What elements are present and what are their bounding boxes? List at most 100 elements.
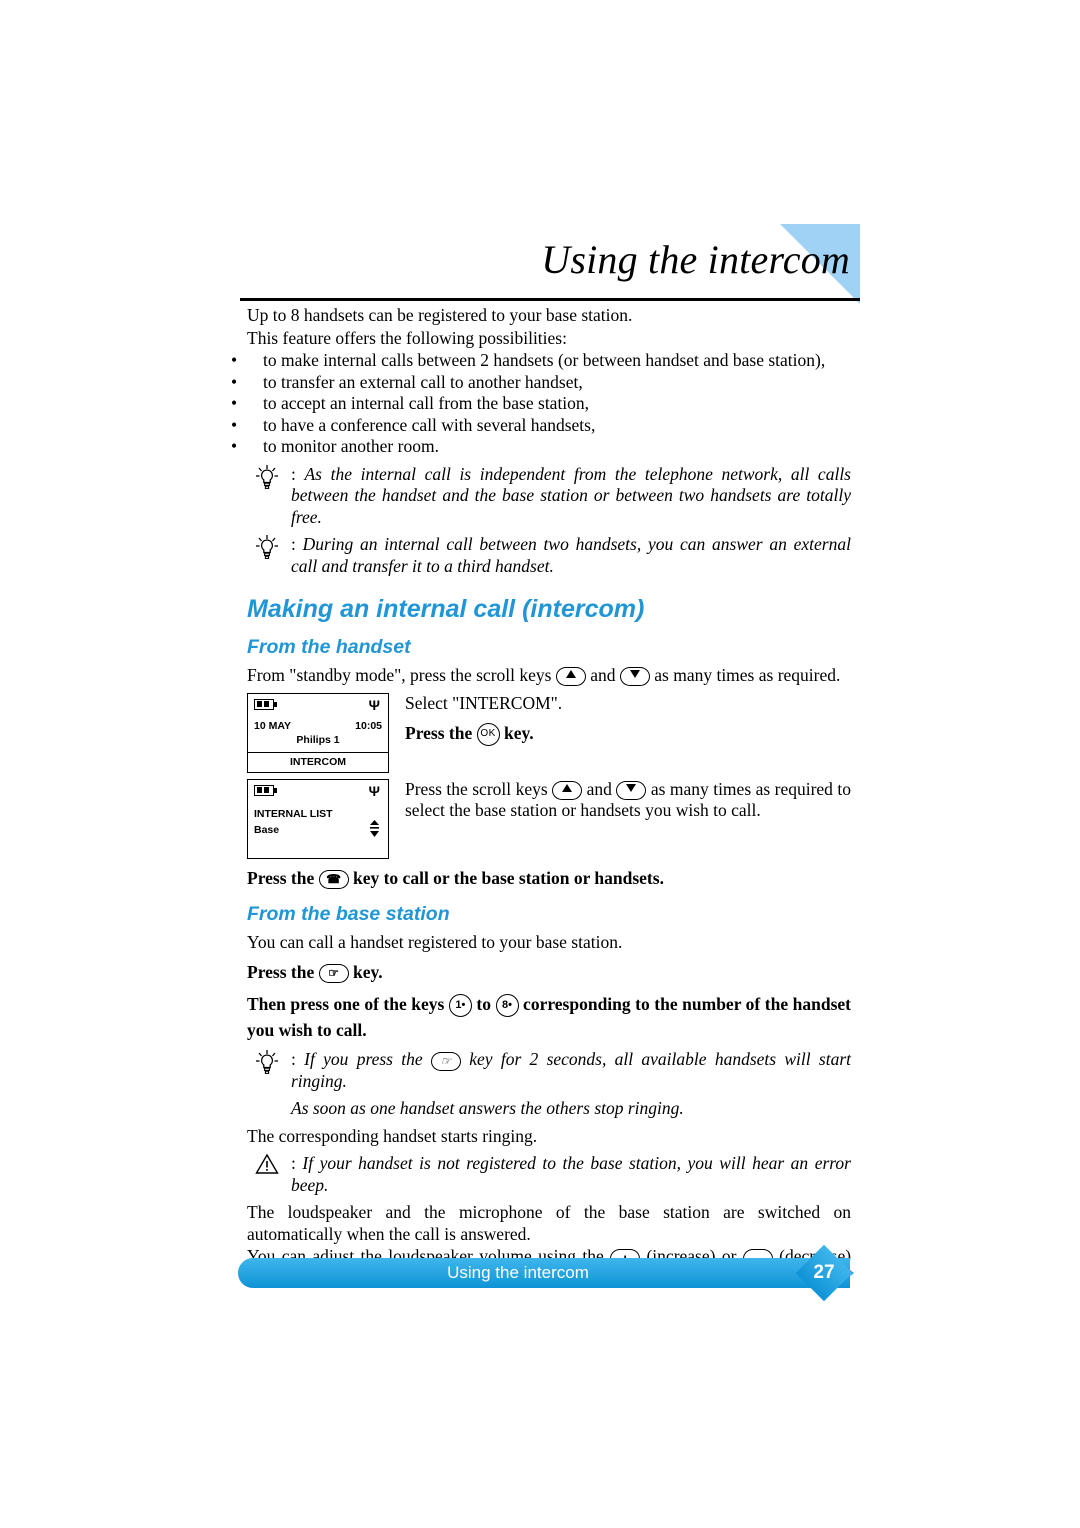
bullet-text: to transfer an external call to another …: [263, 371, 583, 392]
battery-icon: [254, 698, 277, 710]
bullet-marker: •: [231, 393, 238, 413]
lcd-wrapper: Ψ INTERNAL LIST Base: [247, 778, 405, 859]
up-down-arrows-icon: [369, 819, 380, 839]
scroll-up-key-icon: [555, 667, 586, 687]
warning-triangle-icon: [247, 1153, 291, 1196]
press-call-key-line: Press the ☎ key to call or the base stat…: [247, 865, 851, 891]
press-speaker-key-line: Press the ☞ key.: [247, 959, 851, 985]
scroll-down-key-icon: [616, 780, 647, 800]
lcd-status-row: Ψ: [254, 698, 382, 714]
scroll-select-b: and: [586, 778, 612, 799]
press-keys-b: to: [476, 994, 491, 1014]
battery-icon: [254, 784, 277, 796]
lcd-date: 10 MAY: [254, 719, 291, 732]
press-ok-text-b: key.: [503, 723, 534, 743]
warning-text: If your handset is not registered to the…: [291, 1153, 851, 1195]
handset-screen-2-side-text: Press the scroll keys and as many times …: [405, 779, 851, 823]
key-1-icon: 1•: [448, 994, 472, 1018]
bullet-marker: •: [231, 414, 238, 435]
press-ok-text-a: Press the: [405, 723, 473, 743]
tip-text-wrapper: : If you press the ☞ key for 2 seconds, …: [291, 1049, 851, 1092]
bullet-text: to monitor another room.: [263, 436, 439, 456]
intro-line-2: This feature offers the following possib…: [247, 327, 567, 348]
footer-title: Using the intercom: [447, 1263, 589, 1282]
lightbulb-icon: [247, 464, 291, 529]
page-title: Using the intercom: [541, 237, 850, 282]
loudspeaker-paragraph: The loudspeaker and the microphone of th…: [247, 1202, 851, 1244]
bullet-text: to make internal calls between 2 handset…: [263, 350, 826, 370]
handset-ringing-text: The corresponding handset starts ringing…: [247, 1125, 538, 1146]
lightbulb-icon: [247, 534, 291, 577]
ok-key-icon: OK: [476, 723, 500, 747]
page-header: Using the intercom: [240, 222, 860, 308]
press-spk-a: Press the: [247, 962, 315, 982]
press-spk-b: key.: [352, 962, 383, 982]
antenna-icon: Ψ: [368, 696, 380, 713]
tip-text: During an internal call between two hand…: [291, 534, 851, 576]
antenna-icon: Ψ: [368, 782, 380, 799]
bullet-marker: •: [231, 350, 238, 370]
tip-note-continuation: As soon as one handset answers the other…: [247, 1098, 851, 1120]
handset-lcd-standby: Ψ 10 MAY 10:05 Philips 1 INTERCOM: [247, 692, 389, 773]
bullet-item: • to monitor another room.: [231, 436, 851, 458]
page: Using the intercom Up to 8 handsets can …: [0, 0, 1080, 1528]
scroll-select-a: Press the scroll keys: [405, 778, 548, 799]
press-call-b: key to call or the base station or hands…: [352, 867, 664, 888]
scroll-down-key-icon: [619, 667, 650, 687]
bullet-item: • to make internal calls between 2 handse…: [231, 350, 851, 372]
page-number: 27: [813, 1262, 835, 1283]
lcd-softkey-label: INTERCOM: [248, 751, 388, 772]
tip-text-wrapper: : During an internal call between two ha…: [291, 534, 851, 577]
lcd-status-row: Ψ: [254, 784, 382, 800]
select-intercom-text: Select "INTERCOM".: [405, 692, 563, 713]
bullet-item: • to transfer an external call to another…: [231, 371, 851, 394]
tip-colon: :: [291, 1153, 303, 1174]
handset-screen-1-side-text: Select "INTERCOM". Press the OK key.: [405, 693, 851, 747]
tip-text-wrapper: : As the internal call is independent fr…: [291, 464, 851, 529]
key-1-label: 1: [455, 999, 462, 1012]
base-station-intro: You can call a handset registered to you…: [247, 931, 623, 952]
scroll-up-key-icon: [552, 780, 583, 800]
from-handset-para1-c: as many times as required.: [654, 665, 841, 685]
tip-text-wrapper: : If your handset is not registered to t…: [291, 1153, 851, 1196]
lcd-handset-name: Philips 1: [296, 733, 340, 746]
tip-note: : If you press the ☞ key for 2 seconds, …: [247, 1049, 851, 1092]
handset-screen-block-2: Ψ INTERNAL LIST Base Press the scroll ke…: [247, 778, 851, 859]
lcd-date-time-row: 10 MAY 10:05: [254, 720, 382, 732]
tip-colon: :: [291, 534, 303, 554]
press-keys-a: Then press one of the keys: [247, 994, 445, 1014]
page-content: Up to 8 handsets can be registered to yo…: [231, 305, 851, 1290]
bullet-text: to accept an internal call from the base…: [263, 393, 590, 413]
section-heading-making-call: Making an internal call (intercom): [247, 595, 645, 623]
bullet-item: • to accept an internal call from the bas…: [231, 393, 851, 415]
subsection-heading-from-base-station: From the base station: [247, 902, 450, 925]
subsection-heading-from-handset: From the handset: [247, 636, 411, 658]
tip-note: : During an internal call between two ha…: [247, 534, 851, 577]
speaker-key-icon: ☞: [430, 1051, 461, 1071]
key-8-label: 8: [502, 999, 509, 1012]
bullet-text: to have a conference call with several h…: [263, 414, 596, 435]
from-handset-para1-a: From "standby mode", press the scroll ke…: [247, 665, 552, 685]
lcd-list-title: INTERNAL LIST: [254, 807, 333, 820]
tip-spacer: [247, 1098, 291, 1120]
warning-note: : If your handset is not registered to t…: [247, 1153, 851, 1196]
key-8-icon: 8•: [495, 994, 519, 1018]
tip3-note: As soon as one handset answers the other…: [291, 1098, 684, 1119]
tip-note: : As the internal call is independent fr…: [247, 464, 851, 529]
bullet-marker: •: [231, 436, 238, 456]
intro-line-1: Up to 8 handsets can be registered to yo…: [247, 305, 633, 325]
header-rule: [240, 298, 860, 301]
tip-text: As the internal call is independent from…: [291, 463, 851, 527]
bullet-item: • to have a conference call with several …: [231, 414, 851, 437]
tip-colon: :: [291, 1049, 305, 1070]
handset-lcd-internal-list: Ψ INTERNAL LIST Base: [247, 778, 389, 859]
tip3-text-a: If you press the: [304, 1049, 423, 1070]
bullet-marker: •: [231, 371, 238, 392]
from-handset-para1-b: and: [590, 665, 616, 685]
press-call-a: Press the: [247, 867, 315, 888]
page-footer: Using the intercom 27: [238, 1244, 854, 1302]
from-handset-paragraph-1: From "standby mode", press the scroll ke…: [247, 665, 851, 687]
press-ok-line: Press the OK key.: [405, 720, 851, 747]
scroll-select-paragraph: Press the scroll keys and as many times …: [405, 779, 851, 822]
lcd-time: 10:05: [355, 719, 382, 732]
